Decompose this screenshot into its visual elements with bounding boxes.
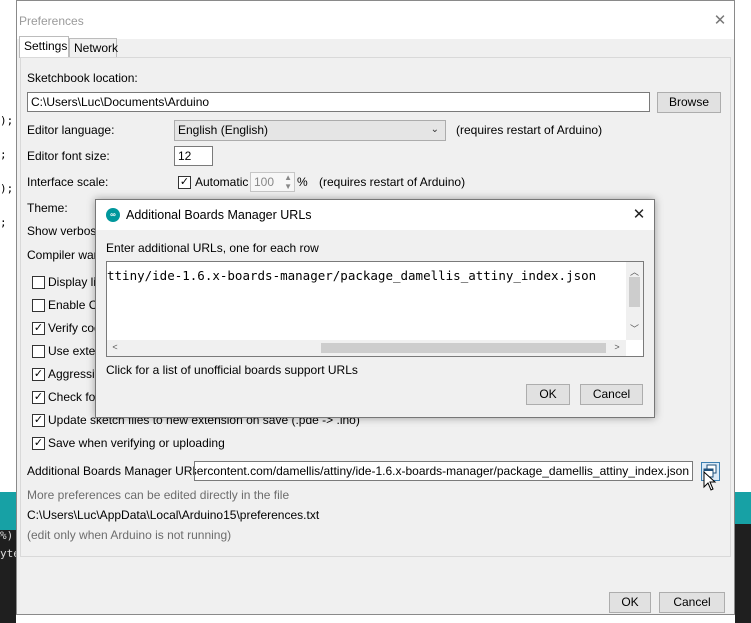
checkbox-label: Verify cod: [48, 321, 101, 335]
ok-button[interactable]: OK: [609, 592, 651, 613]
tab-settings[interactable]: Settings: [19, 36, 69, 58]
interface-scale-label: Interface scale:: [27, 175, 109, 189]
checkbox-save-when-verifying[interactable]: ✓: [32, 437, 45, 450]
ide-code-line: );: [0, 114, 14, 127]
dialog-cancel-button[interactable]: Cancel: [580, 384, 643, 405]
tab-network[interactable]: Network: [69, 38, 118, 58]
chevron-down-icon: ⌄: [430, 124, 439, 135]
mouse-cursor-icon: [703, 470, 717, 496]
close-icon[interactable]: ✕: [705, 7, 735, 35]
scroll-down-icon[interactable]: ﹀: [626, 322, 643, 335]
browse-button[interactable]: Browse: [657, 92, 721, 113]
editor-language-label: Editor language:: [27, 123, 115, 137]
unofficial-urls-link[interactable]: Click for a list of unofficial boards su…: [106, 363, 358, 377]
dialog-titlebar: ∞ Additional Boards Manager URLs ✕: [96, 200, 654, 230]
checkbox-display-line-numbers[interactable]: [32, 276, 45, 289]
ide-code-line: ;: [0, 216, 7, 229]
checkbox-use-external-editor[interactable]: [32, 345, 45, 358]
ide-console: [0, 530, 16, 623]
url-row: ttiny/ide-1.6.x-boards-manager/package_d…: [107, 268, 597, 283]
percent-sign: %: [297, 175, 308, 189]
horizontal-scrollbar[interactable]: < >: [107, 340, 626, 356]
language-restart-note: (requires restart of Arduino): [456, 123, 603, 137]
checkbox-aggressive-cache[interactable]: ✓: [32, 368, 45, 381]
scale-restart-note: (requires restart of Arduino): [319, 175, 466, 189]
prefs-file-path: C:\Users\Luc\AppData\Local\Arduino15\pre…: [27, 508, 320, 522]
checkbox-label: Use exter: [48, 344, 100, 358]
compiler-warnings-label: Compiler warn: [27, 248, 105, 262]
edit-note: (edit only when Arduino is not running): [27, 528, 232, 542]
boards-urls-value: githubusercontent.com/damellis/attiny/id…: [194, 464, 689, 478]
scale-value: 100: [254, 175, 275, 189]
editor-language-value: English (English): [178, 123, 269, 137]
preferences-titlebar: Preferences ✕: [17, 1, 734, 39]
dialog-instruction: Enter additional URLs, one for each row: [106, 241, 319, 255]
show-verbose-label: Show verbose: [27, 224, 104, 238]
spinner-arrows-icon[interactable]: ▲ ▼: [284, 173, 292, 191]
sketchbook-label: Sketchbook location:: [27, 71, 138, 85]
cancel-button[interactable]: Cancel: [659, 592, 725, 613]
theme-label: Theme:: [27, 201, 68, 215]
window-title: Preferences: [19, 14, 84, 28]
urls-textarea[interactable]: ttiny/ide-1.6.x-boards-manager/package_d…: [106, 261, 644, 357]
checkbox-update-sketch-extension[interactable]: ✓: [32, 414, 45, 427]
boards-urls-input[interactable]: githubusercontent.com/damellis/attiny/id…: [194, 461, 693, 481]
ide-console-line: %): [0, 529, 14, 542]
boards-urls-label: Additional Boards Manager URLs:: [27, 464, 209, 478]
boards-urls-dialog: ∞ Additional Boards Manager URLs ✕ Enter…: [95, 199, 655, 418]
scroll-left-icon[interactable]: <: [110, 342, 120, 352]
vertical-scroll-thumb[interactable]: [629, 277, 640, 307]
arduino-logo-icon: ∞: [106, 208, 120, 222]
ide-code-line: );: [0, 182, 14, 195]
ide-code-line: ;: [0, 148, 7, 161]
font-size-label: Editor font size:: [27, 149, 110, 163]
editor-language-select[interactable]: English (English) ⌄: [174, 120, 446, 141]
checkbox-label: Save when verifying or uploading: [48, 436, 225, 450]
checkbox-label: Check for: [48, 390, 100, 404]
dialog-ok-button[interactable]: OK: [526, 384, 570, 405]
checkbox-check-updates[interactable]: ✓: [32, 391, 45, 404]
font-size-input[interactable]: 12: [174, 146, 213, 166]
ide-console-right: [735, 524, 751, 623]
dialog-title: Additional Boards Manager URLs: [126, 208, 312, 222]
close-icon[interactable]: ✕: [624, 201, 654, 229]
ide-status-bar-right: [735, 492, 751, 524]
checkbox-verify-code[interactable]: ✓: [32, 322, 45, 335]
scale-input[interactable]: 100 ▲ ▼: [250, 172, 295, 192]
horizontal-scroll-thumb[interactable]: [321, 343, 606, 353]
scroll-right-icon[interactable]: >: [612, 342, 622, 352]
automatic-label: Automatic: [195, 175, 249, 189]
automatic-checkbox[interactable]: ✓: [178, 176, 191, 189]
more-prefs-note: More preferences can be edited directly …: [27, 488, 290, 502]
sketchbook-input[interactable]: C:\Users\Luc\Documents\Arduino: [27, 92, 650, 112]
checkbox-enable-code-folding[interactable]: [32, 299, 45, 312]
vertical-scrollbar[interactable]: ︿ ﹀: [626, 262, 643, 340]
